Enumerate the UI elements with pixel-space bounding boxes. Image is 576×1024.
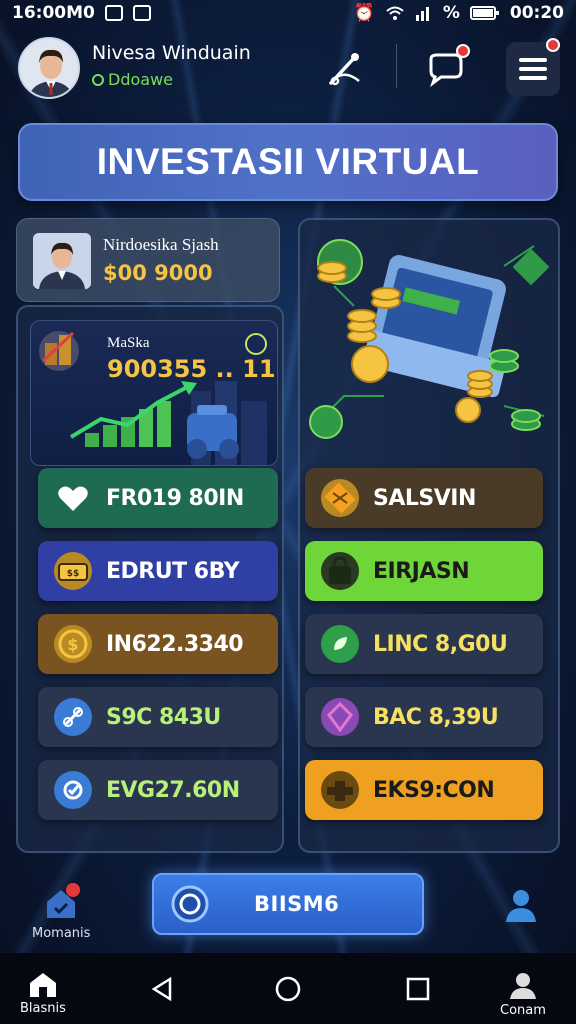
recents-button[interactable] <box>404 975 432 1003</box>
right-action-button[interactable]: EKS9:CON <box>305 760 543 820</box>
notification-app-icon <box>104 5 123 21</box>
account-avatar <box>33 233 91 289</box>
person-portrait-icon <box>33 233 91 289</box>
house-badge-icon <box>47 883 81 918</box>
nav-user-label: Conam <box>500 1003 546 1018</box>
system-navigation-bar: Blasnis Conam <box>0 953 576 1024</box>
chart-card-value: 900355 .. 11 <box>107 355 276 383</box>
button-label: EVG27.60N <box>106 777 240 803</box>
person-portrait-icon <box>20 39 78 97</box>
button-label: BAC 8,39U <box>373 704 499 730</box>
action-button[interactable] <box>318 42 372 96</box>
home-icon <box>29 973 56 997</box>
ticket-icon: $$ <box>54 552 92 590</box>
button-label: EIRJASN <box>373 558 470 584</box>
status-time-left: 16:00M0 <box>12 3 95 23</box>
bottom-left-tab[interactable]: Momanis <box>32 882 90 941</box>
leaf-icon <box>321 625 359 663</box>
nav-home[interactable]: Blasnis <box>20 971 66 1016</box>
left-action-button[interactable]: $ IN622.3340 <box>38 614 278 674</box>
right-action-button[interactable]: BAC 8,39U <box>305 687 543 747</box>
primary-action-button[interactable]: BIISM6 <box>152 873 424 935</box>
button-label: EDRUT 6BY <box>106 558 240 584</box>
title-banner: INVESTASII VIRTUAL <box>18 123 558 201</box>
status-time-right: 00:20 <box>509 3 564 23</box>
hamburger-menu-icon <box>519 58 547 80</box>
left-action-button[interactable]: FR019 80IN <box>38 468 278 528</box>
clock-icon <box>245 333 267 355</box>
home-button[interactable] <box>274 975 302 1003</box>
bottom-left-label: Momanis <box>32 926 91 941</box>
crate-icon <box>321 479 359 517</box>
nav-user[interactable]: Conam <box>500 971 546 1018</box>
growth-chart-illustration <box>39 331 267 465</box>
target-icon <box>171 885 209 923</box>
chat-button[interactable] <box>418 42 472 96</box>
button-label: IN622.3340 <box>106 631 244 657</box>
heart-icon <box>54 479 92 517</box>
left-action-button[interactable]: EVG27.60N <box>38 760 278 820</box>
account-label: Nirdoesika Sjash <box>103 235 219 254</box>
user-status: Ddoawe <box>92 70 173 89</box>
avatar[interactable] <box>18 37 80 99</box>
user-name: Nivesa Winduain <box>92 42 251 64</box>
svg-text:$$: $$ <box>67 569 80 579</box>
back-icon <box>151 976 172 1002</box>
laptop-coins-illustration <box>309 239 550 439</box>
user-icon <box>509 973 536 999</box>
chart-card-label: MaSka <box>107 335 150 351</box>
battery-percent: % <box>442 3 460 23</box>
puzzle-icon <box>321 771 359 809</box>
button-label: FR019 80IN <box>106 485 244 511</box>
back-button[interactable] <box>148 975 176 1003</box>
divider <box>396 44 397 88</box>
primary-action-label: BIISM6 <box>254 892 340 916</box>
right-action-button[interactable]: LINC 8,G0U <box>305 614 543 674</box>
svg-text:$: $ <box>67 635 78 654</box>
button-label: SALSVIN <box>373 485 476 511</box>
right-action-button[interactable]: SALSVIN <box>305 468 543 528</box>
right-action-button[interactable]: EIRJASN <box>305 541 543 601</box>
square-recents-icon <box>406 977 430 1001</box>
button-label: LINC 8,G0U <box>373 631 508 657</box>
menu-button[interactable] <box>506 38 560 96</box>
status-bar: 16:00M0 ⏰ % 00:20 <box>0 0 576 26</box>
check-badge-icon <box>54 771 92 809</box>
circle-home-icon <box>275 976 301 1002</box>
diamond-icon <box>321 698 359 736</box>
page-title: INVESTASII VIRTUAL <box>96 141 480 182</box>
nav-home-label: Blasnis <box>20 1001 66 1016</box>
fishing-rod-icon <box>329 53 360 86</box>
alarm-icon: ⏰ <box>353 3 375 23</box>
account-card[interactable]: Nirdoesika Sjash $00 9000 <box>16 218 280 302</box>
battery-icon <box>469 6 499 20</box>
notification-app-icon-2 <box>132 5 151 21</box>
left-action-button[interactable]: $$ EDRUT 6BY <box>38 541 278 601</box>
user-status-text: Ddoawe <box>108 70 173 89</box>
signal-icon <box>415 7 429 21</box>
bag-icon <box>321 552 359 590</box>
menu-notification-dot <box>546 38 560 52</box>
portfolio-chart-card[interactable]: MaSka 900355 .. 11 <box>30 320 278 466</box>
online-status-icon <box>92 73 104 86</box>
profile-tab[interactable] <box>502 886 540 924</box>
button-label: EKS9:CON <box>373 777 495 803</box>
chat-notification-dot <box>456 44 470 58</box>
link-icon <box>54 698 92 736</box>
coin-icon: $ <box>54 625 92 663</box>
user-icon <box>506 890 536 922</box>
left-action-button[interactable]: S9C 843U <box>38 687 278 747</box>
top-bar: Nivesa Winduain Ddoawe <box>0 34 576 104</box>
account-balance: $00 9000 <box>103 261 213 285</box>
button-label: S9C 843U <box>106 704 221 730</box>
wifi-icon <box>386 6 404 20</box>
